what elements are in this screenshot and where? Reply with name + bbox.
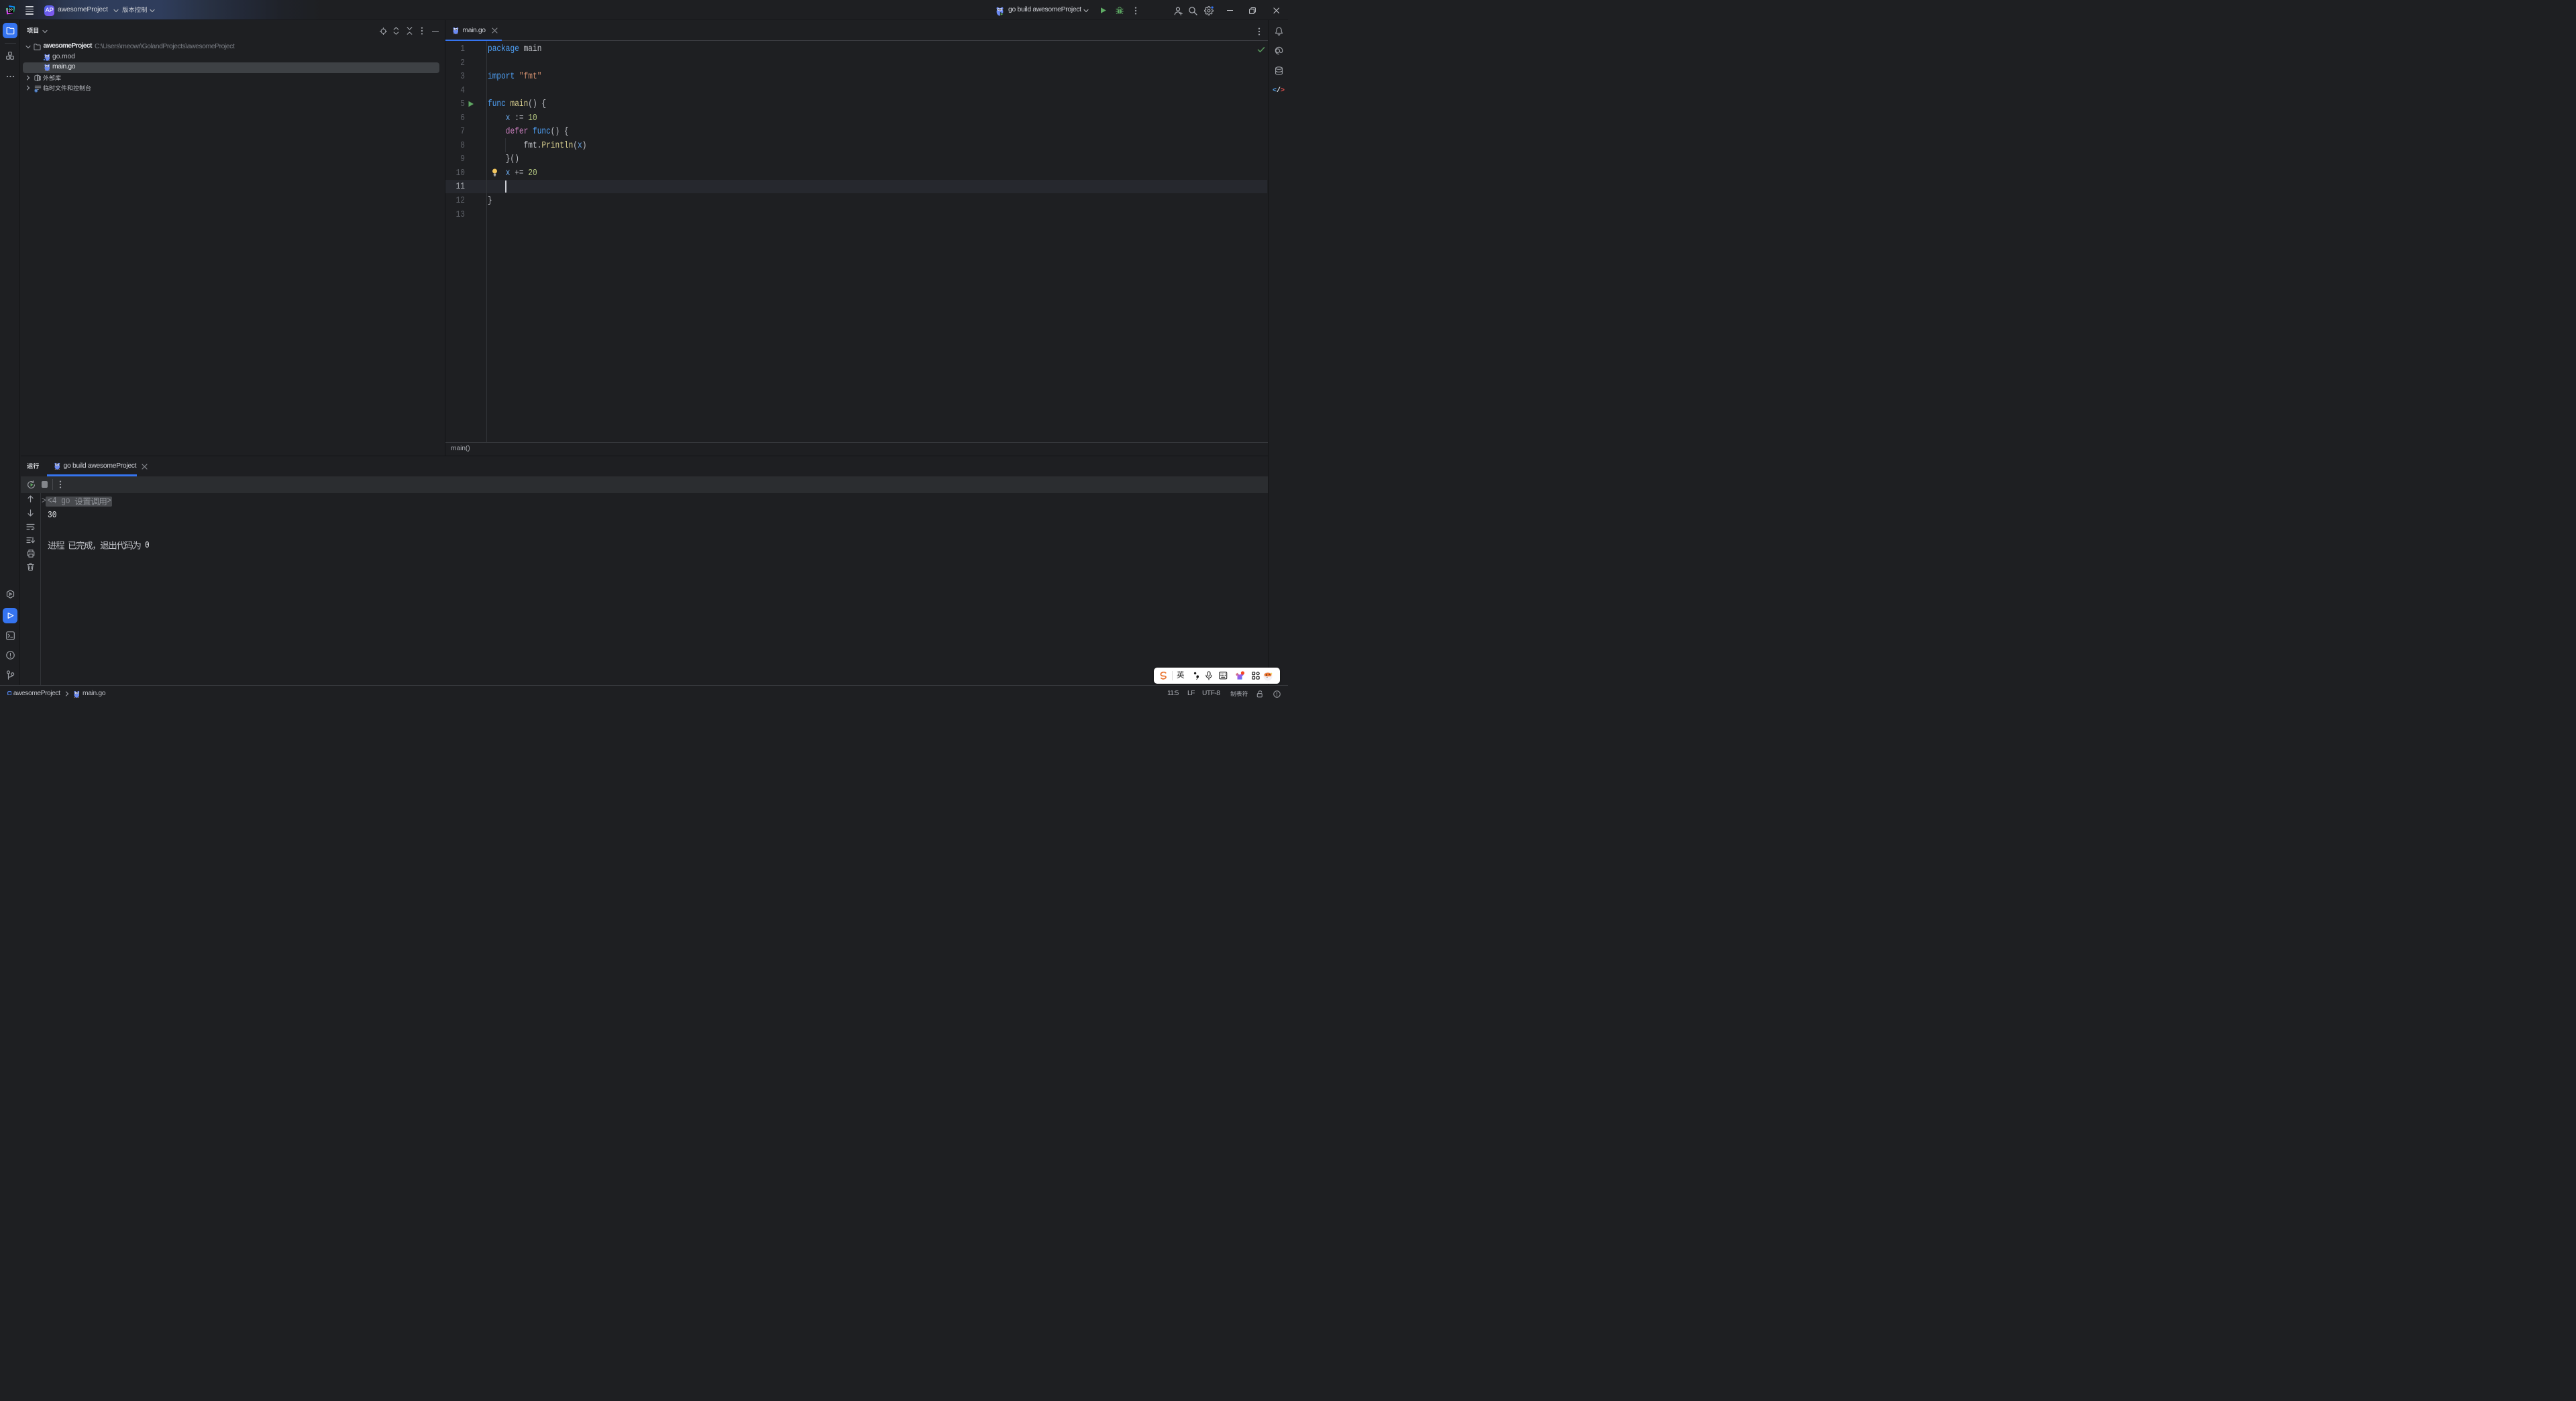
svg-text:GO: GO [8,7,13,11]
